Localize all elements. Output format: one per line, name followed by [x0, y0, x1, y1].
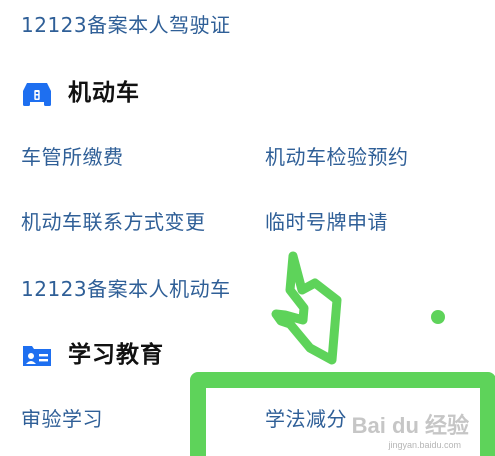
car-icon: [23, 83, 51, 106]
link-vehicle-inspection-booking[interactable]: 机动车检验预约: [265, 145, 409, 169]
section-title-education: 学习教育: [68, 342, 164, 368]
watermark-logo: Bai du 经验: [351, 413, 469, 438]
link-study-law-reduce-points[interactable]: 学法减分: [265, 407, 347, 431]
link-review-study[interactable]: 审验学习: [21, 407, 103, 431]
annotation-arrow: [271, 251, 342, 365]
annotation-dot: [431, 310, 445, 324]
link-registered-license[interactable]: 12123备案本人驾驶证: [21, 13, 231, 37]
link-temporary-plate-application[interactable]: 临时号牌申请: [265, 210, 388, 234]
id-card-icon: [23, 346, 51, 366]
section-title-motor-vehicle: 机动车: [68, 80, 140, 106]
link-registered-vehicle[interactable]: 12123备案本人机动车: [21, 277, 231, 301]
link-vehicle-contact-change[interactable]: 机动车联系方式变更: [21, 210, 206, 234]
link-vehicle-admin-fee[interactable]: 车管所缴费: [21, 145, 124, 169]
watermark-url: jingyan.baidu.com: [388, 440, 461, 450]
